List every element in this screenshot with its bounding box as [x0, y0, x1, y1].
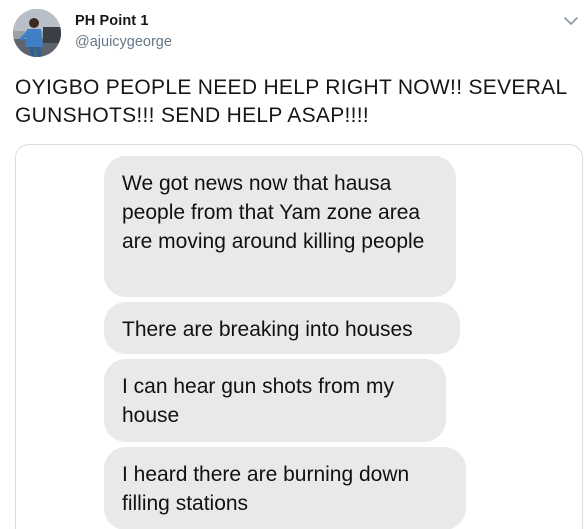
tweet-card: PH Point 1 @ajuicygeorge OYIGBO PEOPLE N… [0, 0, 588, 529]
message-bubble: I heard there are burning down filling s… [104, 447, 466, 529]
chevron-down-icon[interactable] [562, 12, 580, 30]
attached-screenshot[interactable]: We got news now that hausa people from t… [15, 144, 583, 529]
message-bubble: I can hear gun shots from my house [104, 359, 446, 442]
message-bubble: There are breaking into houses [104, 302, 460, 354]
author-display-name[interactable]: PH Point 1 [75, 13, 149, 29]
avatar[interactable] [13, 9, 61, 57]
author-handle[interactable]: @ajuicygeorge [75, 34, 172, 50]
tweet-text: OYIGBO PEOPLE NEED HELP RIGHT NOW!! SEVE… [15, 76, 567, 127]
profile-photo-icon [13, 9, 61, 57]
message-bubble: We got news now that hausa people from t… [104, 156, 456, 297]
